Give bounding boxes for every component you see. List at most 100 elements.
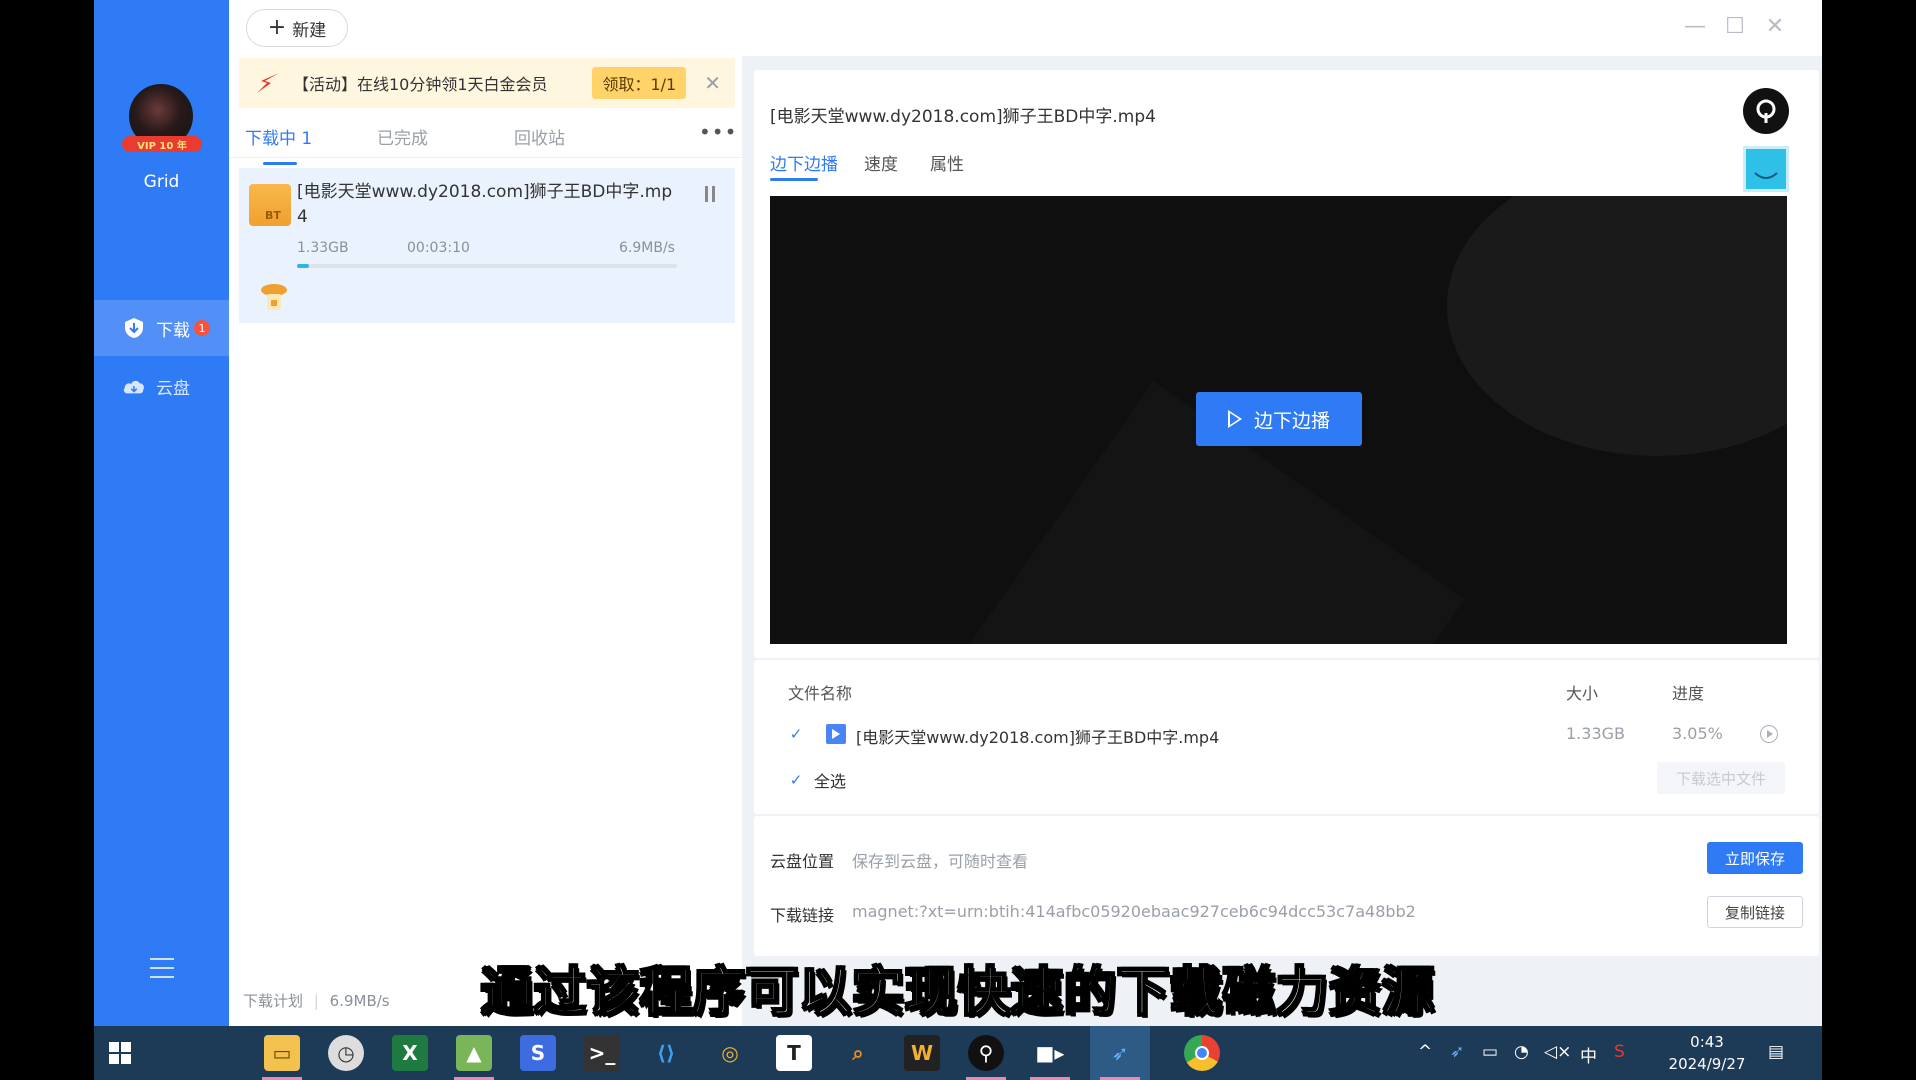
new-task-label: 新建 bbox=[292, 20, 327, 41]
select-all-checkbox[interactable]: ✓ bbox=[788, 771, 804, 789]
thunder-taskbar-icon[interactable]: ➶ bbox=[1102, 1035, 1138, 1071]
file-checkbox[interactable]: ✓ bbox=[788, 725, 804, 743]
w-app-icon[interactable]: W bbox=[904, 1035, 940, 1071]
sidebar: VIP 10 年 Grid 下载 1 云盘 bbox=[94, 0, 229, 1026]
new-task-button[interactable]: + 新建 bbox=[246, 9, 348, 47]
clock-app-icon[interactable]: ◷ bbox=[328, 1035, 364, 1071]
tab-recycle-bin[interactable]: 回收站 bbox=[514, 124, 565, 149]
download-link-value[interactable]: magnet:?xt=urn:btih:414afbc05920ebaac927… bbox=[852, 902, 1416, 921]
acceleration-lamp-icon[interactable] bbox=[259, 280, 289, 314]
maximize-icon[interactable]: ☐ bbox=[1721, 12, 1749, 40]
video-recorder-icon[interactable]: ■▸ bbox=[1032, 1035, 1068, 1071]
promo-banner[interactable]: 【活动】在线10分钟领1天白金会员 领取：1/1 ✕ bbox=[239, 58, 735, 108]
taskbar-clock[interactable]: 0:43 2024/9/27 bbox=[1662, 1031, 1752, 1075]
file-list-card: 文件名称 大小 进度 ✓ [电影天堂www.dy2018.com]狮子王BD中字… bbox=[754, 660, 1819, 814]
save-to-cloud-button[interactable]: 立即保存 bbox=[1707, 842, 1803, 874]
battery-icon[interactable]: ▭ bbox=[1482, 1042, 1498, 1062]
top-bar: + 新建 — ☐ ✕ bbox=[229, 0, 1822, 56]
detail-file-title: [电影天堂www.dy2018.com]狮子王BD中字.mp4 bbox=[770, 107, 1156, 127]
bt-folder-icon: BT bbox=[249, 184, 291, 226]
download-selected-button[interactable]: 下载选中文件 bbox=[1657, 762, 1785, 794]
promo-close-icon[interactable]: ✕ bbox=[704, 71, 721, 95]
preview-card: [电影天堂www.dy2018.com]狮子王BD中字.mp4 边下边播 速度 … bbox=[754, 70, 1819, 658]
play-icon bbox=[1227, 410, 1242, 428]
chrome-icon[interactable] bbox=[1184, 1035, 1220, 1071]
column-file-name: 文件名称 bbox=[788, 684, 853, 703]
file-play-icon[interactable] bbox=[1760, 725, 1778, 743]
volume-muted-icon[interactable]: ◁× bbox=[1544, 1042, 1571, 1062]
s-app-icon[interactable]: S bbox=[520, 1035, 556, 1071]
image-editor-icon[interactable]: ▲ bbox=[456, 1035, 492, 1071]
typora-icon[interactable]: T bbox=[776, 1035, 812, 1071]
vscode-icon[interactable]: ⟨⟩ bbox=[648, 1035, 684, 1071]
cloud-card: 云盘位置 保存到云盘，可随时查看 立即保存 下载链接 magnet:?xt=ur… bbox=[754, 816, 1819, 956]
video-file-icon bbox=[826, 724, 846, 744]
column-size: 大小 bbox=[1566, 684, 1599, 703]
close-icon[interactable]: ✕ bbox=[1761, 12, 1789, 40]
file-row[interactable]: ✓ [电影天堂www.dy2018.com]狮子王BD中字.mp4 1.33GB… bbox=[788, 718, 1789, 750]
pin-taskbar-icon[interactable]: ⚲ bbox=[968, 1035, 1004, 1071]
user-name[interactable]: Grid bbox=[94, 172, 229, 192]
ime-indicator[interactable]: 中 bbox=[1580, 1042, 1597, 1067]
download-count-badge: 1 bbox=[194, 320, 210, 336]
windows-start-icon[interactable] bbox=[102, 1035, 138, 1071]
tab-downloading[interactable]: 下载中 1 bbox=[245, 124, 312, 149]
search-app-icon[interactable]: ⌕ bbox=[840, 1035, 876, 1071]
pin-app-icon[interactable] bbox=[1743, 88, 1789, 134]
sidebar-item-cloud[interactable]: 云盘 bbox=[94, 358, 229, 414]
terminal-icon[interactable]: >_ bbox=[584, 1035, 620, 1071]
tray-thunder-icon[interactable]: ➶ bbox=[1450, 1042, 1464, 1062]
clock-time: 0:43 bbox=[1690, 1033, 1724, 1051]
sidebar-item-label: 云盘 bbox=[156, 378, 190, 399]
excel-icon[interactable]: X bbox=[392, 1035, 428, 1071]
task-item[interactable]: BT [电影天堂www.dy2018.com]狮子王BD中字.mp4 1.33G… bbox=[239, 168, 735, 323]
vip-badge: VIP 10 年 bbox=[122, 136, 202, 152]
detail-area: [电影天堂www.dy2018.com]狮子王BD中字.mp4 边下边播 速度 … bbox=[742, 56, 1822, 1026]
notification-icon[interactable]: ▤ bbox=[1768, 1042, 1784, 1062]
task-size: 1.33GB bbox=[297, 240, 349, 256]
file-name: [电影天堂www.dy2018.com]狮子王BD中字.mp4 bbox=[856, 728, 1220, 747]
task-remaining-time: 00:03:10 bbox=[407, 240, 470, 256]
task-progress-bar bbox=[297, 264, 677, 268]
tab-speed[interactable]: 速度 bbox=[864, 150, 898, 175]
wifi-icon[interactable]: ◔ bbox=[1514, 1042, 1529, 1062]
cloud-location-label: 云盘位置 bbox=[770, 852, 835, 871]
task-list-panel: 【活动】在线10分钟领1天白金会员 领取：1/1 ✕ 下载中 1 已完成 回收站… bbox=[229, 56, 742, 1026]
smile-app-icon[interactable] bbox=[1743, 146, 1789, 192]
sogou-input-icon[interactable]: S bbox=[1614, 1042, 1625, 1062]
tab-completed[interactable]: 已完成 bbox=[377, 124, 428, 149]
stream-play-label: 边下边播 bbox=[1253, 409, 1330, 432]
file-explorer-icon[interactable]: ▭ bbox=[264, 1035, 300, 1071]
task-speed: 6.9MB/s bbox=[619, 240, 675, 256]
windows-taskbar: ▭ ◷ X ▲ S >_ ⟨⟩ ◎ T ⌕ W ⚲ ■▸ ➶ ^ ➶ ▭ ◔ ◁… bbox=[94, 1026, 1822, 1080]
sidebar-item-download[interactable]: 下载 1 bbox=[94, 300, 229, 356]
column-progress: 进度 bbox=[1672, 684, 1705, 703]
cloud-location-hint: 保存到云盘，可随时查看 bbox=[852, 852, 1029, 871]
tab-properties[interactable]: 属性 bbox=[930, 150, 964, 175]
minimize-icon[interactable]: — bbox=[1681, 12, 1709, 40]
tab-stream-while-download[interactable]: 边下边播 bbox=[770, 150, 838, 175]
copy-link-button[interactable]: 复制链接 bbox=[1707, 896, 1803, 928]
task-progress-fill bbox=[297, 264, 309, 268]
screen: VIP 10 年 Grid 下载 1 云盘 + 新建 — ☐ ✕ 【活动】在线1… bbox=[0, 0, 1916, 1080]
tab-active-indicator bbox=[263, 162, 297, 165]
video-preview[interactable]: 边下边播 bbox=[770, 196, 1787, 644]
file-progress: 3.05% bbox=[1672, 724, 1723, 743]
tray-expand-icon[interactable]: ^ bbox=[1418, 1042, 1432, 1062]
select-all-label[interactable]: 全选 bbox=[814, 768, 846, 792]
sidebar-item-label: 下载 bbox=[156, 320, 190, 341]
promo-claim-button[interactable]: 领取：1/1 bbox=[592, 67, 687, 99]
stream-play-button[interactable]: 边下边播 bbox=[1196, 392, 1362, 446]
clock-date: 2024/9/27 bbox=[1668, 1055, 1746, 1073]
pause-icon[interactable] bbox=[705, 186, 715, 202]
download-shield-icon bbox=[122, 316, 146, 340]
task-name: [电影天堂www.dy2018.com]狮子王BD中字.mp4 bbox=[297, 182, 673, 227]
cloud-icon bbox=[122, 374, 146, 398]
download-link-label: 下载链接 bbox=[770, 906, 835, 925]
colorful-app-icon[interactable]: ◎ bbox=[712, 1035, 748, 1071]
promo-text: 【活动】在线10分钟领1天白金会员 bbox=[293, 75, 548, 94]
more-options-icon[interactable]: ••• bbox=[699, 120, 737, 144]
file-size: 1.33GB bbox=[1566, 724, 1625, 743]
plus-icon: + bbox=[267, 15, 287, 40]
video-subtitle: 通过该程序可以实现快速的下载磁力资源 bbox=[480, 962, 1435, 1024]
